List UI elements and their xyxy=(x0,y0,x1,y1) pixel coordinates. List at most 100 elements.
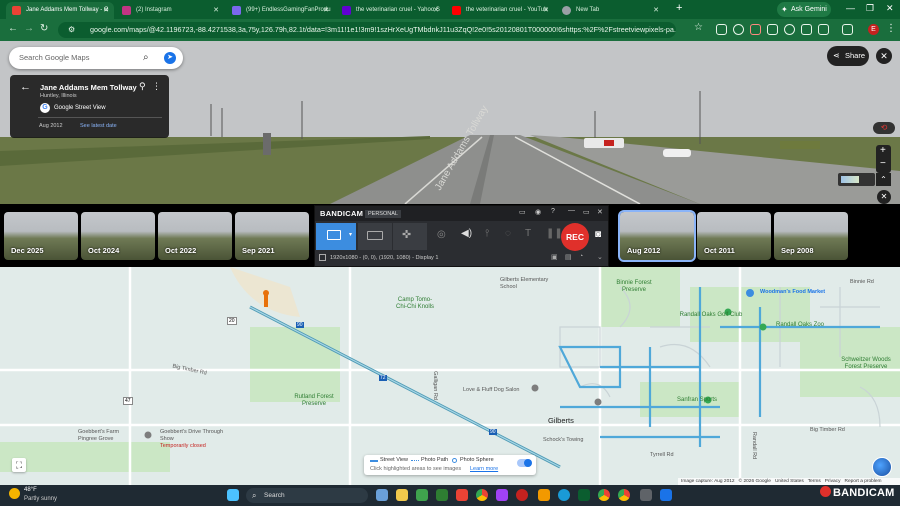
file-explorer-icon[interactable] xyxy=(396,489,408,501)
place-label[interactable]: Randall Oaks Zoo xyxy=(770,322,830,329)
close-tab-icon[interactable]: ✕ xyxy=(103,2,109,19)
place-label[interactable]: Goebbert's Farm Pingree Grove xyxy=(78,429,138,443)
region-icon[interactable]: ▤ xyxy=(565,253,572,261)
webcam-icon[interactable]: ◎ xyxy=(437,229,446,240)
location-pin-icon[interactable]: ⚲ xyxy=(139,81,146,92)
close-tab-icon[interactable]: ✕ xyxy=(433,2,439,19)
dropdown-arrow-icon[interactable]: ▾ xyxy=(349,231,352,238)
place-label[interactable]: Gilberts Elementary School xyxy=(500,277,560,291)
share-button[interactable]: ⋖ Share xyxy=(827,46,869,66)
address-bar[interactable]: ⚙ google.com/maps/@42.1196723,-88.427153… xyxy=(58,22,676,38)
timeline-thumbnail[interactable]: Oct 2011 xyxy=(697,212,771,260)
place-label[interactable]: Camp Tomo-Chi-Chi Knolls xyxy=(395,297,435,311)
speaker-icon[interactable]: ◀) xyxy=(461,228,472,239)
place-label[interactable]: Woodman's Food Market xyxy=(760,289,825,296)
close-window-button[interactable]: ✕ xyxy=(886,3,894,14)
close-tab-icon[interactable]: ✕ xyxy=(213,2,219,19)
microphone-icon[interactable]: ⫯ xyxy=(485,228,489,239)
tab-youtube[interactable]: the veterinarian cruel - YouTub ✕ xyxy=(446,2,554,19)
globe-icon[interactable] xyxy=(872,457,892,477)
see-latest-date-link[interactable]: See latest date xyxy=(80,123,117,129)
bandicam-window[interactable]: BANDICAM PERSONAL ▭ ◉ ? — ▭ ✕ ▾ ✜ ◎ ◀) ⫯… xyxy=(314,205,609,267)
weather-icon[interactable] xyxy=(9,488,20,499)
bandicam-taskbar-icon[interactable] xyxy=(516,489,528,501)
timeline-thumbnail-selected[interactable]: Aug 2012 xyxy=(618,210,696,262)
extensions-puzzle-icon[interactable] xyxy=(818,24,829,35)
maximize-icon[interactable]: ▭ xyxy=(583,208,590,216)
zoom-out-button[interactable]: − xyxy=(880,158,886,169)
tab-yahoo-search[interactable]: the veterinarian cruel - Yahoo S ✕ xyxy=(336,2,444,19)
ask-gemini-button[interactable]: Ask Gemini xyxy=(777,2,831,17)
close-timeline-button[interactable]: ✕ xyxy=(877,190,891,204)
fullscreen-button[interactable]: ⛶ xyxy=(12,458,26,472)
search-icon[interactable]: ⌕ xyxy=(143,47,149,69)
place-label[interactable]: Rutland Forest Preserve xyxy=(285,394,343,408)
close-icon[interactable]: ✕ xyxy=(597,208,603,216)
side-panel-icon[interactable] xyxy=(842,24,853,35)
app-icon[interactable] xyxy=(578,489,590,501)
new-tab-button[interactable]: + xyxy=(676,2,682,14)
layer-toggle[interactable] xyxy=(517,459,532,467)
extension-icon[interactable] xyxy=(733,24,744,35)
place-label[interactable]: Schock's Towing xyxy=(543,437,583,444)
help-icon[interactable]: ? xyxy=(551,208,555,215)
forward-icon[interactable]: → xyxy=(24,23,34,34)
tab-new-tab[interactable]: New Tab ✕ xyxy=(556,2,664,19)
mouse-effect-icon[interactable]: ◌ xyxy=(505,228,511,239)
extension-icon[interactable] xyxy=(716,24,727,35)
close-street-view-button[interactable]: ✕ xyxy=(876,48,892,64)
report-problem-link[interactable]: Report a problem xyxy=(844,479,881,484)
timeline-thumbnail[interactable]: Dec 2025 xyxy=(4,212,78,260)
timeline-thumbnail[interactable]: Oct 2024 xyxy=(81,212,155,260)
town-label[interactable]: Gilberts xyxy=(548,417,574,425)
map-canvas[interactable]: Camp Tomo-Chi-Chi Knolls Big Timber Rd R… xyxy=(0,267,900,485)
close-tab-icon[interactable]: ✕ xyxy=(543,2,549,19)
close-tab-icon[interactable]: ✕ xyxy=(653,2,659,19)
chrome-icon[interactable] xyxy=(598,489,610,501)
timeline-thumbnail[interactable]: Sep 2021 xyxy=(235,212,309,260)
place-label[interactable]: Binnie Forest Preserve xyxy=(609,280,659,294)
tab-google-maps[interactable]: Jane Addams Mem Tollway - G ✕ xyxy=(6,2,114,19)
country-link[interactable]: United States xyxy=(775,479,804,484)
app-icon[interactable] xyxy=(436,489,448,501)
chrome-icon[interactable] xyxy=(476,489,488,501)
place-label[interactable]: Sanfran Sports xyxy=(672,397,722,404)
place-label[interactable]: Love & Fluff Dog Salon xyxy=(463,387,519,394)
browser-menu-icon[interactable]: ⋮ xyxy=(886,23,896,34)
place-label[interactable]: Goebbert's Drive Through Show xyxy=(160,429,230,443)
more-options-icon[interactable]: ⋮ xyxy=(152,81,161,92)
extension-icon[interactable] xyxy=(767,24,778,35)
app-icon[interactable] xyxy=(496,489,508,501)
windows-start-icon[interactable] xyxy=(227,489,239,501)
folder-icon[interactable]: ▭ xyxy=(519,208,526,216)
timeline-thumbnail[interactable]: Oct 2022 xyxy=(158,212,232,260)
minimize-icon[interactable]: — xyxy=(568,207,575,214)
extension-icon[interactable] xyxy=(784,24,795,35)
tab-endless-gaming[interactable]: (99+) EndlessGamingFanProdu ✕ xyxy=(226,2,334,19)
directions-icon[interactable]: ➤ xyxy=(164,52,176,64)
app-icon[interactable] xyxy=(416,489,428,501)
tab-instagram[interactable]: (2) Instagram ✕ xyxy=(116,2,224,19)
expand-timeline-icon[interactable]: ⌃ xyxy=(876,173,891,186)
extension-icon[interactable] xyxy=(750,24,761,35)
app-icon[interactable] xyxy=(538,489,550,501)
screenshot-camera-icon[interactable]: ◙ xyxy=(595,229,601,240)
text-overlay-icon[interactable]: T xyxy=(525,228,531,239)
task-view-icon[interactable] xyxy=(376,489,388,501)
screen-mode-button[interactable]: ▾ xyxy=(316,223,356,250)
back-arrow-icon[interactable]: ← xyxy=(20,81,31,93)
window-select-icon[interactable] xyxy=(319,254,326,261)
record-button[interactable]: REC xyxy=(561,223,589,251)
compass-icon[interactable]: ⟲ xyxy=(873,122,895,134)
app-icon[interactable] xyxy=(456,489,468,501)
app-icon[interactable] xyxy=(660,489,672,501)
bookmark-star-icon[interactable]: ☆ xyxy=(694,22,703,33)
taskbar-search[interactable]: ⌕ Search xyxy=(246,488,368,503)
settings-icon[interactable]: ◉ xyxy=(535,208,541,216)
extension-icon[interactable] xyxy=(801,24,812,35)
maps-search-input[interactable]: Search Google Maps ⌕ ➤ xyxy=(9,47,183,69)
bandicam-titlebar[interactable]: BANDICAM PERSONAL ▭ ◉ ? — ▭ ✕ xyxy=(315,206,608,221)
learn-more-link[interactable]: Learn more xyxy=(470,466,498,472)
zoom-in-button[interactable]: + xyxy=(880,145,886,156)
device-mode-button[interactable] xyxy=(358,223,392,250)
